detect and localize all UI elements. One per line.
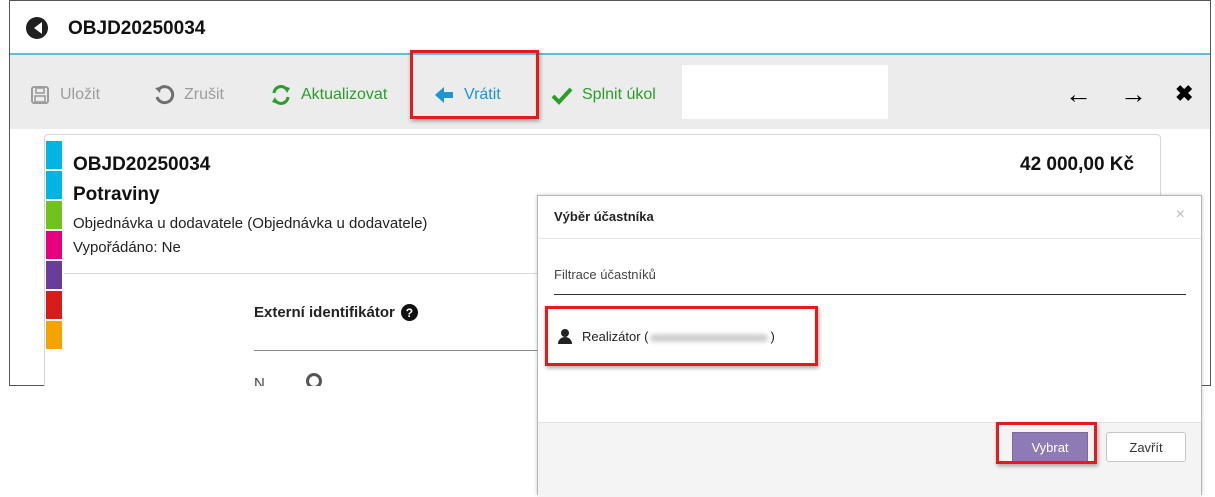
document-type: Objednávka u dodavatele (Objednávka u do… — [73, 215, 428, 232]
color-stripe — [46, 201, 62, 229]
help-icon[interactable]: ? — [400, 304, 418, 321]
external-id-label: Externí identifikátor ? — [254, 304, 418, 321]
next-field-label: N... — [254, 375, 278, 386]
participant-dialog: Výběr účastníka × Filtrace účastníků Rea… — [537, 195, 1202, 497]
color-stripe — [46, 141, 62, 169]
external-id-field[interactable] — [254, 350, 554, 351]
participant-label: Realizátor () — [582, 329, 775, 344]
color-stripe — [46, 321, 62, 349]
help-icon-partial[interactable] — [306, 373, 322, 386]
color-stripe — [46, 171, 62, 199]
color-stripes — [46, 141, 62, 351]
external-id-text: Externí identifikátor — [254, 304, 395, 321]
select-button[interactable]: Vybrat — [1012, 432, 1088, 462]
dialog-footer — [538, 422, 1201, 497]
dialog-close-button[interactable]: Zavřít — [1106, 432, 1186, 462]
person-icon — [558, 329, 572, 344]
document-name: Potraviny — [73, 184, 160, 205]
participant-suffix: ) — [770, 329, 775, 344]
participant-item[interactable]: Realizátor () — [558, 329, 775, 344]
dialog-title: Výběr účastníka — [554, 209, 654, 224]
participant-prefix: Realizátor ( — [582, 329, 649, 344]
participant-filter-input[interactable]: Filtrace účastníků — [554, 267, 656, 282]
document-price: 42 000,00 Kč — [1020, 154, 1135, 175]
filter-underline — [554, 294, 1186, 295]
document-number: OBJD20250034 — [73, 154, 211, 175]
document-settled: Vypořádáno: Ne — [73, 239, 181, 256]
color-stripe — [46, 261, 62, 289]
participant-redacted-name — [650, 333, 769, 342]
dialog-close-icon[interactable]: × — [1176, 206, 1185, 224]
color-stripe — [46, 291, 62, 319]
color-stripe — [46, 231, 62, 259]
dialog-divider — [538, 238, 1201, 239]
